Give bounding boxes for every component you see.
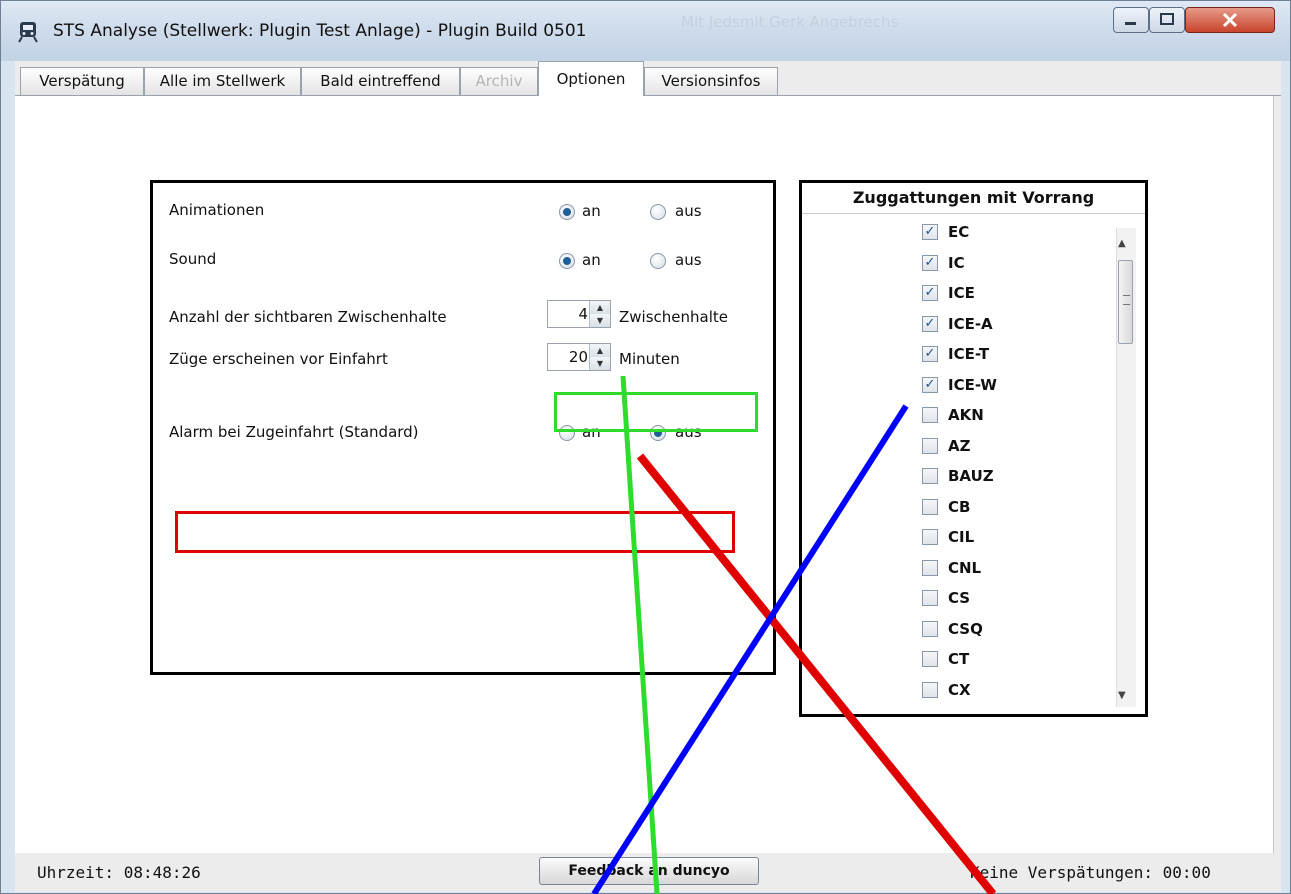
- tab-bar: Verspätung Alle im Stellwerk Bald eintre…: [15, 61, 1281, 96]
- sound-on-radio[interactable]: [559, 253, 575, 269]
- train-types-panel: Zuggattungen mit Vorrang ✓ EC ✓ IC ✓ ICE ✓ ICE-…: [799, 180, 1148, 717]
- tab-optionen[interactable]: Optionen: [538, 61, 644, 96]
- spinner-up-icon[interactable]: ▲: [589, 301, 610, 315]
- minimize-button[interactable]: [1113, 7, 1149, 33]
- tab-archiv: Archiv: [460, 67, 538, 95]
- train-type-name[interactable]: ICE-W: [948, 376, 997, 394]
- checkbox-icon[interactable]: [922, 651, 938, 667]
- alarm-highlight-box: [175, 511, 735, 553]
- close-button[interactable]: [1185, 7, 1275, 33]
- checkbox-icon[interactable]: [922, 529, 938, 545]
- train-type-name[interactable]: AZ: [948, 437, 971, 455]
- checkbox-icon[interactable]: [922, 681, 938, 698]
- train-type-name[interactable]: CT: [948, 650, 969, 668]
- tab-alle-im-stellwerk[interactable]: Alle im Stellwerk: [144, 67, 301, 95]
- train-type-name[interactable]: CIL: [948, 528, 974, 546]
- train-type-name[interactable]: ICE-T: [948, 345, 989, 363]
- stops-label: Anzahl der sichtbaren Zwischenhalte: [169, 308, 447, 326]
- feedback-button[interactable]: Feedback an duncyo: [539, 857, 759, 885]
- train-type-name[interactable]: CSQ: [948, 620, 983, 638]
- train-type-name[interactable]: IC: [948, 254, 965, 272]
- sound-off-radio[interactable]: [650, 253, 666, 269]
- maximize-button[interactable]: [1149, 7, 1185, 33]
- animations-on-label[interactable]: an: [582, 202, 601, 220]
- train-types-list[interactable]: ✓ EC ✓ IC ✓ ICE ✓ ICE-A ✓ ICE-T ✓ ICE-W AKN AZ BAUZ CB C…: [802, 214, 1145, 714]
- clock-text: Uhrzeit: 08:48:26: [37, 863, 201, 882]
- scroll-thumb[interactable]: [1118, 260, 1133, 344]
- delay-summary: Keine Verspätungen: 00:00: [970, 863, 1211, 882]
- stops-value[interactable]: 4: [578, 305, 588, 323]
- animations-label: Animationen: [169, 201, 265, 219]
- checked-checkbox-icon[interactable]: ✓: [922, 315, 938, 332]
- minimize-icon: [1125, 22, 1136, 25]
- checked-checkbox-icon[interactable]: ✓: [922, 224, 938, 240]
- spinner-down-icon[interactable]: ▼: [589, 357, 610, 370]
- train-icon: [18, 22, 38, 43]
- scroll-up-icon[interactable]: ▲: [1118, 238, 1126, 249]
- appear-label: Züge erscheinen vor Einfahrt: [169, 350, 388, 368]
- stops-spinner[interactable]: 4 ▲ ▼: [547, 300, 611, 328]
- title-bar[interactable]: STS Analyse (Stellwerk: Plugin Test Anla…: [1, 1, 1290, 61]
- train-types-header: Zuggattungen mit Vorrang: [802, 183, 1145, 214]
- status-bar: Uhrzeit: 08:48:26 Feedback an duncyo Kei…: [15, 853, 1281, 892]
- train-type-name[interactable]: AKN: [948, 406, 984, 424]
- train-type-name[interactable]: ICE-A: [948, 315, 993, 333]
- maximize-icon: [1160, 13, 1174, 25]
- appear-value[interactable]: 20: [569, 348, 588, 366]
- tab-versionsinfos[interactable]: Versionsinfos: [644, 67, 778, 95]
- train-type-name[interactable]: BAUZ: [948, 467, 994, 485]
- app-window: STS Analyse (Stellwerk: Plugin Test Anla…: [0, 0, 1291, 894]
- train-type-name[interactable]: EC: [948, 223, 969, 241]
- tab-bald-eintreffend[interactable]: Bald eintreffend: [301, 67, 460, 95]
- checkbox-icon[interactable]: [922, 407, 938, 423]
- checked-checkbox-icon[interactable]: ✓: [922, 285, 938, 301]
- animations-off-label[interactable]: aus: [675, 202, 702, 220]
- spinner-up-icon[interactable]: ▲: [589, 344, 610, 358]
- appear-spinner[interactable]: 20 ▲ ▼: [547, 343, 611, 371]
- main-content: Verspätung Alle im Stellwerk Bald eintre…: [15, 61, 1281, 892]
- stops-highlight-box: [554, 392, 758, 432]
- checked-checkbox-icon[interactable]: ✓: [922, 376, 938, 393]
- checkbox-icon[interactable]: [922, 590, 938, 606]
- checked-checkbox-icon[interactable]: ✓: [922, 254, 938, 271]
- checkbox-icon[interactable]: [922, 559, 938, 576]
- appear-unit: Minuten: [619, 350, 680, 368]
- spinner-down-icon[interactable]: ▼: [589, 314, 610, 327]
- sound-on-label[interactable]: an: [582, 251, 601, 269]
- title-watermark: Mit Jedsmit Gerk Angebrechs: [681, 13, 899, 31]
- checked-checkbox-icon[interactable]: ✓: [922, 346, 938, 362]
- scroll-down-icon[interactable]: ▼: [1118, 690, 1126, 701]
- window-title: STS Analyse (Stellwerk: Plugin Test Anla…: [53, 21, 587, 41]
- animations-on-radio[interactable]: [559, 204, 575, 220]
- sound-label: Sound: [169, 250, 217, 268]
- checkbox-icon[interactable]: [922, 437, 938, 454]
- sound-off-label[interactable]: aus: [675, 251, 702, 269]
- options-page: Animationen an aus Sound an aus Anzahl d…: [15, 96, 1274, 853]
- checkbox-icon[interactable]: [922, 468, 938, 484]
- tab-verspaetung[interactable]: Verspätung: [20, 67, 144, 95]
- checkbox-icon[interactable]: [922, 620, 938, 637]
- grip-icon: [1123, 295, 1130, 305]
- close-icon: [1222, 12, 1238, 28]
- animations-off-radio[interactable]: [650, 204, 666, 220]
- checkbox-icon[interactable]: [922, 498, 938, 515]
- train-type-name[interactable]: CS: [948, 589, 970, 607]
- stops-unit: Zwischenhalte: [619, 308, 728, 326]
- train-type-name[interactable]: ICE: [948, 284, 975, 302]
- alarm-label: Alarm bei Zugeinfahrt (Standard): [169, 423, 419, 441]
- train-type-name[interactable]: CX: [948, 681, 971, 699]
- train-type-name[interactable]: CB: [948, 498, 970, 516]
- train-type-name[interactable]: CNL: [948, 559, 981, 577]
